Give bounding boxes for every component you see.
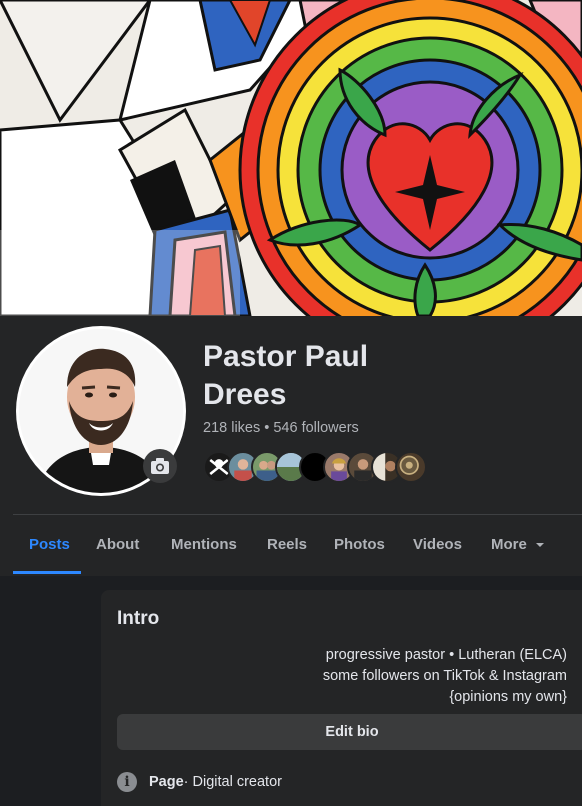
tab-more[interactable]: More — [491, 515, 545, 575]
bio-line: {opinions my own} — [449, 689, 567, 705]
update-profile-picture-button[interactable] — [143, 449, 177, 483]
cover-photo[interactable] — [0, 0, 582, 316]
tab-mentions[interactable]: Mentions — [171, 515, 237, 575]
follower-avatar[interactable] — [395, 451, 427, 483]
camera-icon — [151, 458, 169, 474]
intro-title: Intro — [117, 608, 160, 629]
bio-text: progressive pastor • Lutheran (ELCA) som… — [117, 645, 567, 708]
tab-about[interactable]: About — [96, 515, 139, 575]
tab-videos[interactable]: Videos — [413, 515, 462, 575]
bio-line: some followers on TikTok & Instagram — [322, 668, 567, 684]
active-tab-indicator — [13, 571, 81, 574]
page-label: Page — [149, 774, 184, 790]
tab-photos[interactable]: Photos — [334, 515, 385, 575]
cover-artwork — [0, 0, 582, 316]
caret-down-icon — [536, 543, 545, 548]
follower-avatars[interactable] — [203, 451, 443, 483]
tab-more-label: More — [491, 536, 527, 553]
info-icon: i — [117, 772, 137, 792]
profile-tabs: Posts About Mentions Reels Photos Videos… — [13, 515, 582, 575]
page-title: Pastor Paul Drees — [203, 340, 369, 411]
likes-followers-count[interactable]: 218 likes • 546 followers — [203, 420, 359, 436]
tab-reels[interactable]: Reels — [267, 515, 307, 575]
edit-bio-button[interactable]: Edit bio — [117, 714, 582, 750]
bio-line: progressive pastor • Lutheran (ELCA) — [325, 647, 567, 663]
page-category-row: i Page · Digital creator — [117, 771, 282, 793]
page-category: · Digital creator — [183, 774, 282, 790]
tab-posts[interactable]: Posts — [29, 515, 70, 575]
profile-header: Pastor Paul Drees 218 likes • 546 follow… — [0, 316, 582, 576]
intro-card: Intro progressive pastor • Lutheran (ELC… — [101, 590, 582, 806]
